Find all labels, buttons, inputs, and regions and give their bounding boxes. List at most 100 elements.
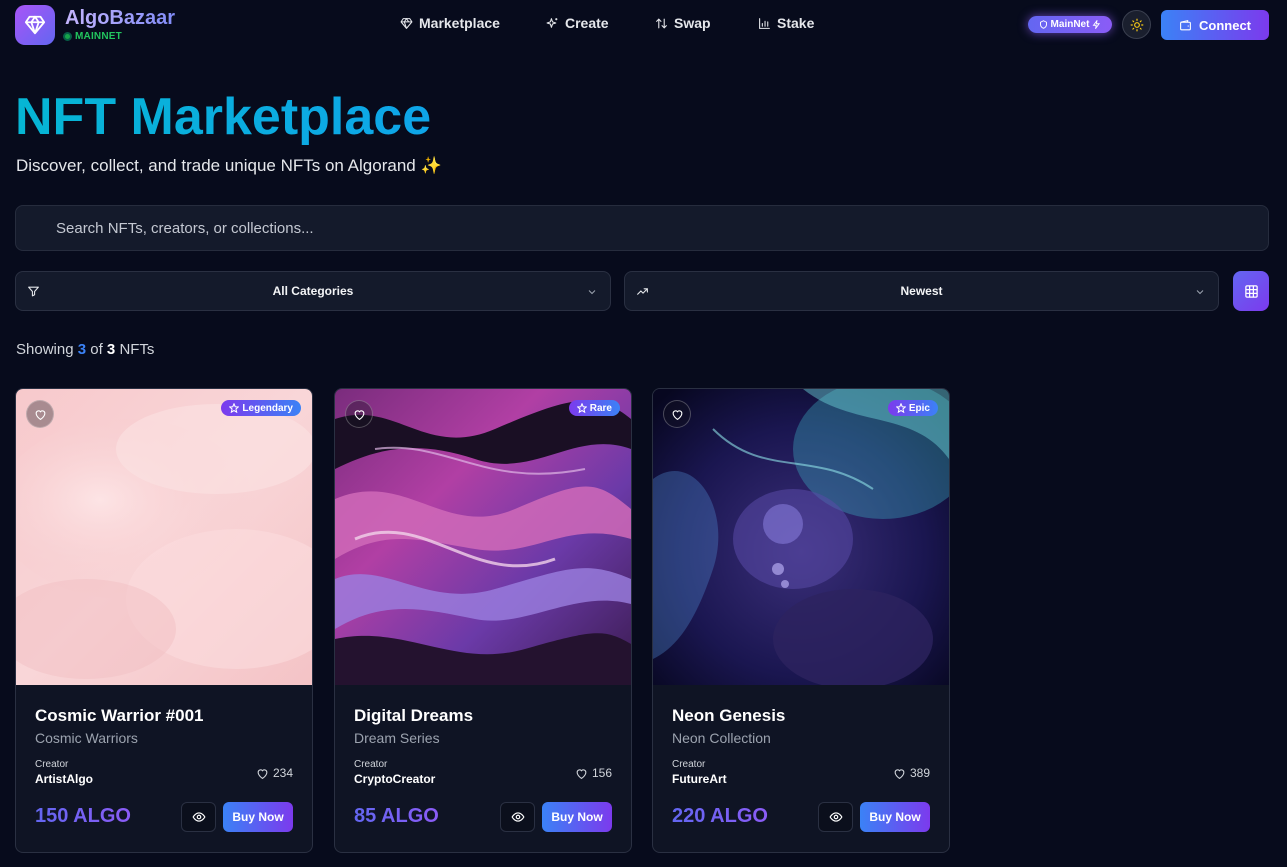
category-select[interactable]: All Categories <box>15 271 611 311</box>
category-select-value: All Categories <box>272 284 354 298</box>
nav-stake-label: Stake <box>777 15 815 31</box>
heart-icon <box>35 409 45 420</box>
trending-up-icon <box>637 288 648 295</box>
wallet-icon <box>1180 19 1191 30</box>
brand-name[interactable]: AlgoBazaar <box>65 7 175 30</box>
star-icon <box>895 403 906 413</box>
view-button[interactable] <box>818 802 853 832</box>
rarity-label: Legendary <box>242 402 293 414</box>
rarity-label: Rare <box>589 402 612 414</box>
nav-marketplace-label: Marketplace <box>419 15 500 31</box>
results-suffix: NFTs <box>119 341 155 358</box>
network-pill-label: MainNet <box>1050 19 1090 30</box>
eye-icon <box>828 812 843 822</box>
nav-swap-label: Swap <box>674 15 711 31</box>
favorite-button[interactable] <box>663 400 691 428</box>
buy-now-button[interactable]: Buy Now <box>223 802 293 832</box>
chevron-down-icon <box>588 290 596 295</box>
nft-card[interactable]: Rare Digital Dreams Dream Series Creator… <box>334 388 632 853</box>
nft-name: Cosmic Warrior #001 <box>35 706 204 725</box>
theme-toggle-button[interactable] <box>1122 10 1151 39</box>
network-pill[interactable]: MainNet <box>1028 16 1112 33</box>
nav-swap[interactable]: Swap <box>655 15 711 31</box>
creator-name[interactable]: FutureArt <box>672 772 727 786</box>
sort-select-value: Newest <box>900 284 943 298</box>
nav-stake[interactable]: Stake <box>758 15 814 31</box>
sun-icon <box>1130 18 1143 31</box>
chevron-down-icon <box>1196 290 1204 295</box>
heart-icon <box>257 768 268 779</box>
rarity-label: Epic <box>908 402 930 414</box>
connect-wallet-button[interactable]: Connect <box>1161 10 1269 40</box>
rarity-badge: Epic <box>887 400 938 416</box>
likes-value: 156 <box>591 766 612 780</box>
network-status: MAINNET <box>63 31 122 42</box>
connect-label: Connect <box>1199 17 1251 33</box>
nft-image[interactable] <box>335 389 631 685</box>
rarity-badge: Legendary <box>221 400 301 416</box>
nft-name: Neon Genesis <box>672 706 786 725</box>
heart-icon <box>576 768 587 779</box>
diamond-icon <box>400 17 413 29</box>
rarity-badge: Rare <box>568 400 620 416</box>
nft-price: 150 ALGO <box>35 805 131 827</box>
likes-count: 389 <box>893 766 930 780</box>
network-dot-icon <box>63 32 72 41</box>
creator-name[interactable]: ArtistAlgo <box>35 772 93 786</box>
creator-label: Creator <box>354 759 388 770</box>
heart-icon <box>354 409 364 420</box>
sort-select[interactable]: Newest <box>624 271 1219 311</box>
page-subtitle: Discover, collect, and trade unique NFTs… <box>16 156 442 175</box>
nft-collection: Neon Collection <box>672 730 771 746</box>
nft-price: 85 ALGO <box>354 805 439 827</box>
nav-create-label: Create <box>565 15 609 31</box>
heart-icon <box>894 768 905 779</box>
favorite-button[interactable] <box>26 400 54 428</box>
star-icon <box>229 403 240 413</box>
nav-create[interactable]: Create <box>546 15 609 31</box>
buy-now-button[interactable]: Buy Now <box>542 802 612 832</box>
nft-image[interactable] <box>16 389 312 685</box>
nft-name: Digital Dreams <box>354 706 474 725</box>
likes-count: 234 <box>256 766 293 780</box>
heart-icon <box>672 409 682 420</box>
favorite-button[interactable] <box>345 400 373 428</box>
sparkles-icon <box>546 17 558 28</box>
nft-price: 220 ALGO <box>672 805 768 827</box>
likes-value: 389 <box>909 766 930 780</box>
search-input[interactable] <box>15 205 1269 251</box>
results-total: 3 <box>106 341 116 358</box>
results-count: Showing 3 of 3 NFTs <box>16 341 154 358</box>
likes-count: 156 <box>575 766 612 780</box>
view-button[interactable] <box>500 802 535 832</box>
top-navbar: AlgoBazaar MAINNET Marketplace Create Sw… <box>0 0 1287 50</box>
results-mid: of <box>90 341 103 358</box>
likes-value: 234 <box>272 766 293 780</box>
eye-icon <box>510 812 525 822</box>
results-prefix: Showing <box>16 341 74 358</box>
grid-icon <box>1244 284 1258 298</box>
shield-icon <box>1039 20 1047 29</box>
lightning-icon <box>1093 20 1101 29</box>
buy-now-button[interactable]: Buy Now <box>860 802 930 832</box>
filter-icon <box>28 286 39 297</box>
view-button[interactable] <box>181 802 216 832</box>
results-shown: 3 <box>77 341 87 358</box>
creator-label: Creator <box>672 759 706 770</box>
nft-card[interactable]: Legendary Cosmic Warrior #001 Cosmic War… <box>15 388 313 853</box>
page-title: NFT Marketplace <box>15 88 432 146</box>
logo-icon[interactable] <box>15 5 55 45</box>
network-label: MAINNET <box>75 31 122 42</box>
nav-marketplace[interactable]: Marketplace <box>400 15 500 31</box>
nft-collection: Dream Series <box>354 730 440 746</box>
nft-collection: Cosmic Warriors <box>35 730 138 746</box>
star-icon <box>576 403 587 413</box>
eye-icon <box>191 812 206 822</box>
nft-image[interactable] <box>653 389 949 685</box>
bar-chart-icon <box>759 17 770 29</box>
creator-name[interactable]: CryptoCreator <box>354 772 435 786</box>
creator-label: Creator <box>35 759 69 770</box>
arrows-updown-icon <box>656 17 667 29</box>
nft-card[interactable]: Epic Neon Genesis Neon Collection Creato… <box>652 388 950 853</box>
grid-view-button[interactable] <box>1233 271 1269 311</box>
